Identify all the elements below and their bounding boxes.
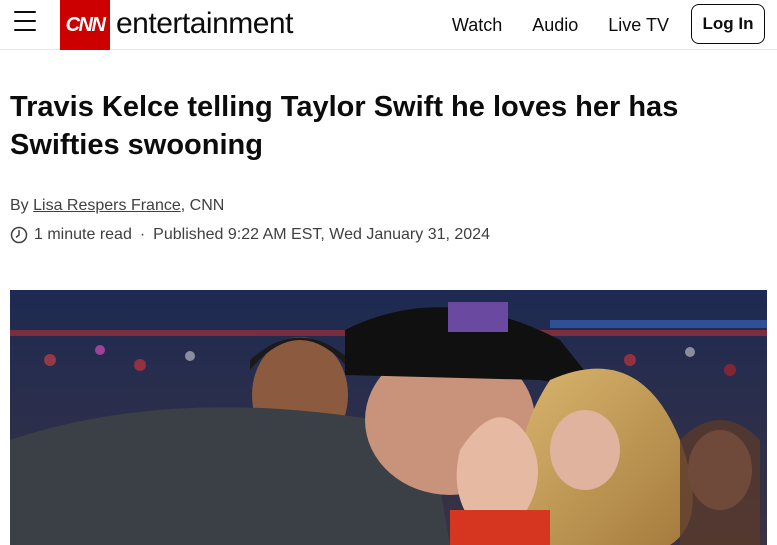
byline: By Lisa Respers France, CNN — [10, 197, 224, 215]
meta-separator: · — [139, 226, 146, 243]
byline-prefix: By — [10, 197, 34, 214]
article-meta: 1 minute read · Published 9:22 AM EST, W… — [10, 226, 490, 244]
author-link[interactable]: Lisa Respers France — [33, 197, 181, 214]
article-headline: Travis Kelce telling Taylor Swift he lov… — [10, 91, 679, 161]
read-time: 1 minute read — [34, 226, 132, 243]
nav-watch[interactable]: Watch — [452, 15, 502, 36]
article-hero-image[interactable] — [10, 290, 767, 545]
main-nav: Watch Audio Live TV — [452, 0, 669, 50]
site-header: CNN entertainment Watch Audio Live TV Lo… — [0, 0, 777, 50]
cnn-logo[interactable]: CNN — [60, 0, 110, 50]
published-timestamp: Published 9:22 AM EST, Wed January 31, 2… — [153, 226, 490, 243]
byline-outlet: , CNN — [180, 197, 225, 214]
menu-icon[interactable] — [14, 11, 36, 33]
clock-icon — [10, 226, 28, 244]
nav-audio[interactable]: Audio — [532, 15, 578, 36]
login-button[interactable]: Log In — [691, 4, 765, 44]
section-name[interactable]: entertainment — [116, 7, 293, 41]
nav-live-tv[interactable]: Live TV — [608, 15, 669, 36]
